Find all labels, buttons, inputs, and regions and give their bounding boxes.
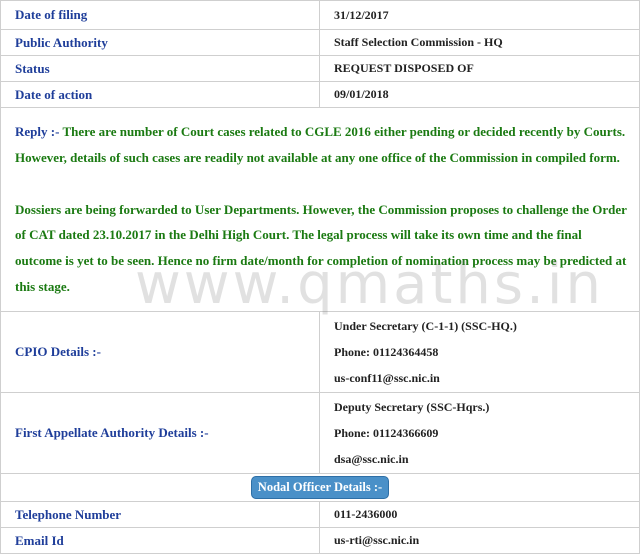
cpio-email: us-conf11@ssc.nic.in — [334, 371, 440, 385]
telephone-label: Telephone Number — [0, 501, 320, 528]
date-of-filing-row: Date of filing 31/12/2017 — [0, 0, 640, 30]
nodal-heading-cell: Nodal Officer Details :- — [0, 473, 640, 502]
email-value: us-rti@ssc.nic.in — [319, 527, 640, 554]
email-row: Email Id us-rti@ssc.nic.in — [0, 527, 640, 554]
telephone-value: 011-2436000 — [319, 501, 640, 528]
cpio-label: CPIO Details :- — [0, 311, 320, 393]
cpio-designation: Under Secretary (C-1-1) (SSC-HQ.) — [334, 319, 517, 333]
faa-label: First Appellate Authority Details :- — [0, 392, 320, 474]
date-of-filing-value: 31/12/2017 — [319, 0, 640, 30]
public-authority-label: Public Authority — [0, 29, 320, 56]
reply-paragraph-1: Reply :- There are number of Court cases… — [15, 119, 627, 171]
status-value: REQUEST DISPOSED OF — [319, 55, 640, 82]
nodal-heading-row: Nodal Officer Details :- — [0, 473, 640, 502]
faa-details: Deputy Secretary (SSC-Hqrs.) Phone: 0112… — [319, 392, 640, 474]
reply-paragraph-2: Dossiers are being forwarded to User Dep… — [15, 201, 627, 294]
reply-keyword: Reply :- — [15, 124, 60, 140]
faa-row: First Appellate Authority Details :- Dep… — [0, 392, 640, 474]
reply-text-1: There are number of Court cases related … — [15, 124, 626, 165]
date-of-action-row: Date of action 09/01/2018 — [0, 81, 640, 108]
faa-designation: Deputy Secretary (SSC-Hqrs.) — [334, 400, 490, 414]
public-authority-value: Staff Selection Commission - HQ — [319, 29, 640, 56]
date-of-action-label: Date of action — [0, 81, 320, 108]
faa-email: dsa@ssc.nic.in — [334, 452, 409, 466]
nodal-officer-heading: Nodal Officer Details :- — [250, 476, 390, 499]
status-label: Status — [0, 55, 320, 82]
rti-status-table: Date of filing 31/12/2017 Public Authori… — [0, 0, 640, 554]
cpio-row: CPIO Details :- Under Secretary (C-1-1) … — [0, 311, 640, 393]
status-row: Status REQUEST DISPOSED OF — [0, 55, 640, 82]
telephone-row: Telephone Number 011-2436000 — [0, 501, 640, 528]
public-authority-row: Public Authority Staff Selection Commiss… — [0, 29, 640, 56]
faa-phone: Phone: 01124366609 — [334, 426, 439, 440]
date-of-filing-label: Date of filing — [0, 0, 320, 30]
reply-cell: Reply :- There are number of Court cases… — [0, 107, 640, 312]
cpio-phone: Phone: 01124364458 — [334, 345, 439, 359]
date-of-action-value: 09/01/2018 — [319, 81, 640, 108]
cpio-details: Under Secretary (C-1-1) (SSC-HQ.) Phone:… — [319, 311, 640, 393]
email-label: Email Id — [0, 527, 320, 554]
reply-row: Reply :- There are number of Court cases… — [0, 107, 640, 312]
